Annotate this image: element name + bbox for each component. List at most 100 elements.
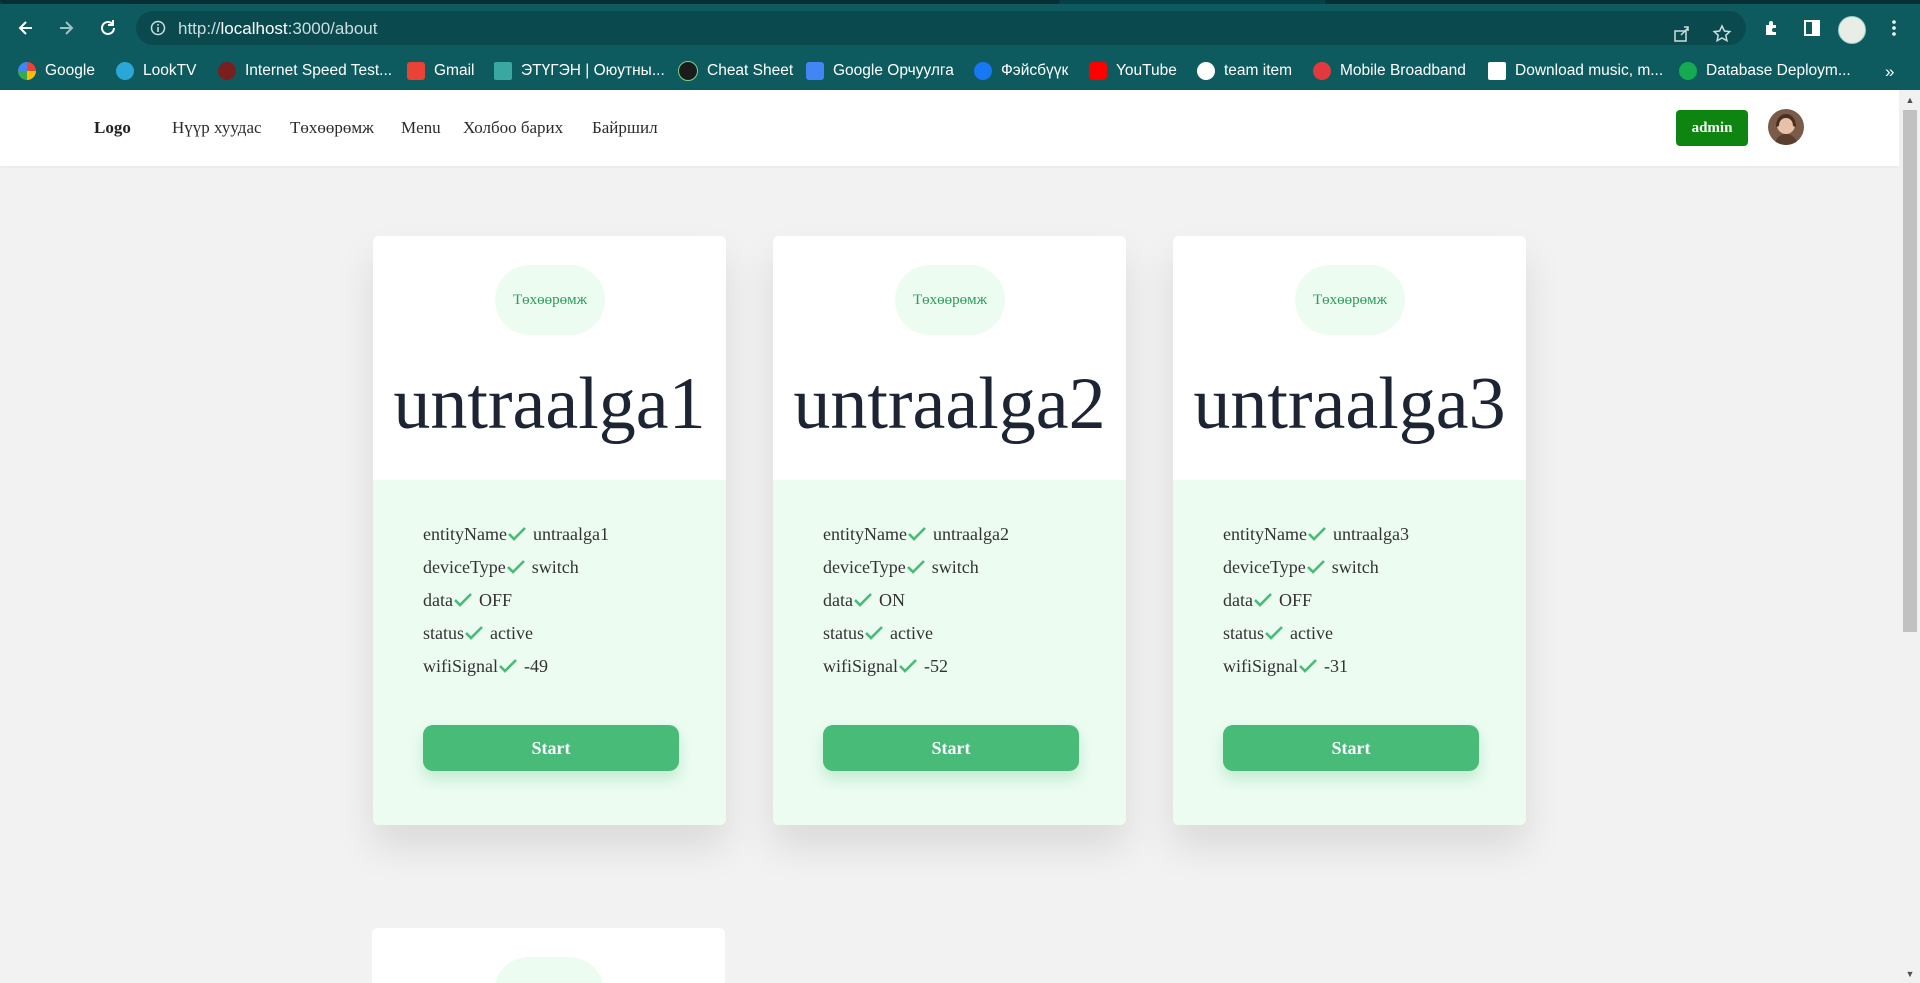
scroll-up-arrow-icon[interactable]: ▲ [1903,94,1917,106]
bookmark-google-translate[interactable]: Google Орчуулга [806,60,954,82]
field-value: -31 [1324,655,1348,676]
checkmark-icon [454,593,472,607]
checkmark-icon [908,527,926,541]
bookmark-google[interactable]: Google [18,60,95,82]
start-button[interactable]: Start [823,725,1079,771]
device-card: Төхөөрөмж untraalga2 entityName untraalga2 d… [773,236,1126,825]
field-status: status active [423,621,533,645]
google-translate-icon [806,62,824,80]
site-header: Logo Нүүр хуудас Төхөөрөмж Menu Холбоо б… [0,90,1899,166]
bookmark-facebook[interactable]: Фэйсбүүк [974,60,1068,82]
start-button[interactable]: Start [1223,725,1479,771]
bookmark-speedtest[interactable]: Internet Speed Test... [218,60,392,82]
kebab-menu-icon [1892,20,1896,36]
browser-toolbar: http://localhost:3000/about [0,4,1920,52]
bookmark-label: Google [45,62,95,79]
start-button[interactable]: Start [423,725,679,771]
scroll-down-arrow-icon[interactable]: ▼ [1903,968,1917,980]
field-data: data OFF [423,588,512,612]
bookmark-gmail[interactable]: Gmail [407,60,474,82]
checkmark-icon [465,626,483,640]
field-key: wifiSignal [423,655,498,676]
field-wifiSignal: wifiSignal -31 [1223,654,1348,678]
bookmark-label: ЭТҮГЭН | Оюутны... [521,62,665,79]
field-key: deviceType [1223,556,1306,577]
bookmark-label: Фэйсбүүк [1001,62,1069,79]
site-logo[interactable]: Logo [94,118,131,138]
field-deviceType: deviceType switch [1223,555,1379,579]
reload-icon [101,20,115,35]
side-panel-icon [1804,20,1820,36]
back-arrow-icon [18,21,32,35]
forward-button[interactable] [50,12,82,44]
card-header: Төхөөрөмж untraalga1 [373,236,726,480]
field-key: wifiSignal [823,655,898,676]
checkmark-icon [506,560,525,574]
device-card-partial [372,928,725,983]
bookmark-mobile-broadband[interactable]: Mobile Broadband [1313,60,1466,82]
bookmark-label: YouTube [1116,62,1177,79]
card-title: untraalga3 [1193,363,1506,445]
card-header: Төхөөрөмж untraalga3 [1173,236,1526,480]
bookmarks-overflow-button[interactable]: » [1885,62,1894,82]
field-key: deviceType [823,556,906,577]
nav-link-location[interactable]: Байршил [592,118,658,138]
checkmark-icon [1265,626,1283,640]
field-status: status active [823,621,933,645]
field-status: status active [1223,621,1333,645]
site-info-icon[interactable] [150,20,166,36]
bookmark-youtube[interactable]: YouTube [1089,60,1177,82]
bookmark-looktv[interactable]: LookTV [116,60,196,82]
bookmark-team-item[interactable]: team item [1197,60,1292,82]
field-value: active [890,622,933,643]
field-wifiSignal: wifiSignal -52 [823,654,948,678]
bookmark-database-deployment[interactable]: Database Deploym... [1679,60,1851,82]
share-button[interactable] [1668,20,1696,48]
device-card: Төхөөрөмж untraalga1 entityName untraalga1 d… [373,236,726,825]
extensions-button[interactable] [1756,12,1788,44]
back-button[interactable] [10,12,42,44]
forward-arrow-icon [60,21,74,35]
nav-link-menu[interactable]: Menu [401,118,441,138]
field-key: status [823,622,865,643]
field-value: switch [1331,556,1379,577]
bookmark-label: Database Deploym... [1706,62,1851,79]
field-deviceType: deviceType switch [823,555,979,579]
nav-link-contact[interactable]: Холбоо барих [463,118,563,138]
bookmark-download-music[interactable]: Download music, m... [1488,60,1663,82]
admin-button[interactable]: admin [1676,110,1748,146]
nav-link-home[interactable]: Нүүр хуудас [172,118,262,138]
looktv-icon [116,62,134,80]
field-key: entityName [423,523,507,544]
bookmark-cheatsheet[interactable]: Cheat Sheet [678,60,793,82]
field-entityName: entityName untraalga3 [1223,522,1409,546]
profile-avatar-icon[interactable] [1838,16,1866,44]
field-key: data [823,589,853,610]
field-key: status [1223,622,1265,643]
field-key: data [423,589,453,610]
bookmark-label: Mobile Broadband [1340,62,1466,79]
nav-link-devices[interactable]: Төхөөрөмж [290,118,374,138]
field-value: untraalga2 [932,523,1009,544]
bookmark-etugen[interactable]: ЭТҮГЭН | Оюутны... [494,60,665,82]
checkmark-icon [906,560,925,574]
reload-button[interactable] [92,12,124,44]
field-value: -49 [524,655,548,676]
cheatsheet-icon [678,61,698,81]
card-header: Төхөөрөмж untraalga2 [773,236,1126,480]
bookmark-label: team item [1224,62,1293,79]
browser-menu-button[interactable] [1878,12,1910,44]
url-text: http://localhost:3000/about [178,19,377,39]
side-panel-button[interactable] [1796,12,1828,44]
bookmark-star-button[interactable] [1708,20,1736,48]
user-photo-icon [1768,109,1804,145]
field-entityName: entityName untraalga2 [823,522,1009,546]
device-card: Төхөөрөмж untraalga3 entityName untraalga3 d… [1173,236,1526,825]
device-badge [494,957,604,983]
address-bar[interactable]: http://localhost:3000/about [136,11,1746,45]
scrollbar-thumb[interactable] [1903,110,1917,632]
field-key: wifiSignal [1223,655,1298,676]
bookmark-label: Gmail [434,62,475,79]
user-avatar[interactable] [1768,109,1804,145]
star-icon [1712,24,1732,43]
